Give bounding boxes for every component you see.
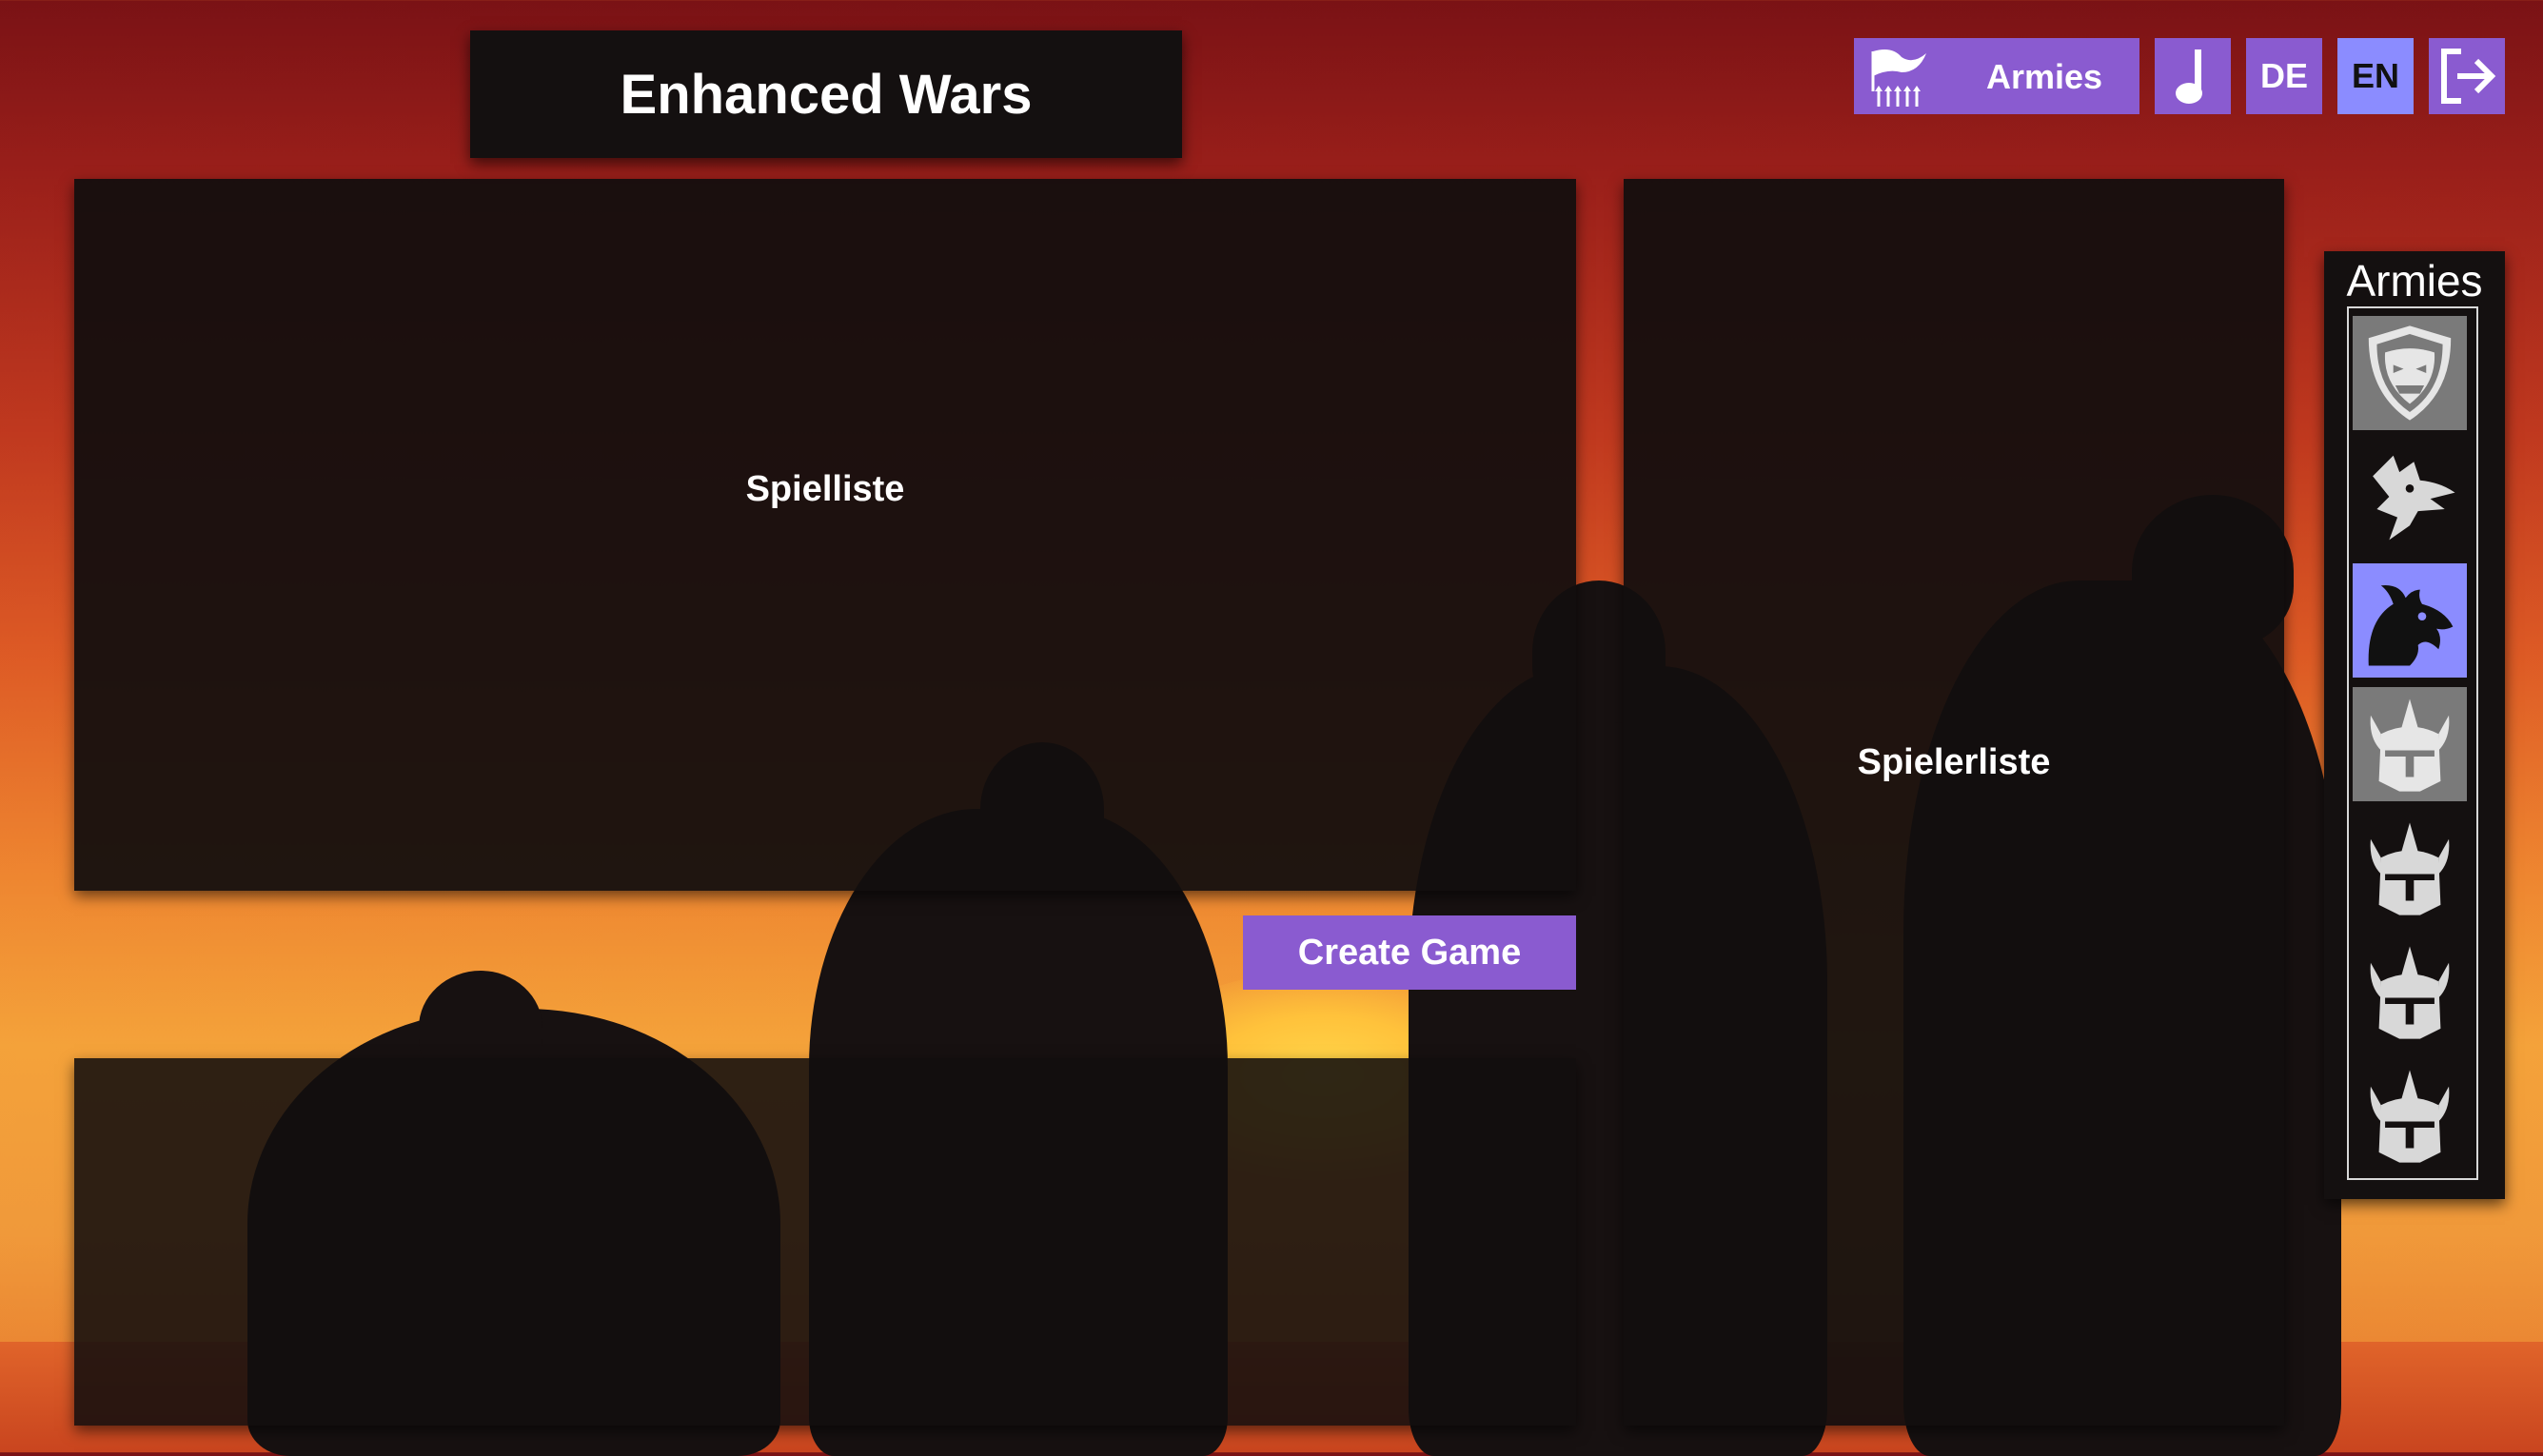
wolf-head-icon [2373, 455, 2455, 541]
player-list-label: Spielerliste [1857, 742, 2051, 782]
music-toggle-button[interactable] [2155, 38, 2231, 114]
armies-sidebar: Armies [2324, 251, 2505, 1199]
army-banner-icon [1871, 49, 1926, 107]
create-game-button[interactable]: Create Game [1243, 915, 1576, 990]
game-list-panel[interactable]: Spielliste [74, 179, 1576, 891]
chat-panel[interactable] [74, 1058, 1576, 1426]
army-option-orc[interactable] [2353, 316, 2467, 430]
logout-button[interactable] [2429, 38, 2505, 114]
armies-sidebar-title: Armies [2346, 256, 2483, 305]
game-list-label: Spielliste [745, 469, 905, 509]
spiked-helmet-icon [2370, 822, 2450, 915]
orc-shield-icon [2368, 325, 2452, 421]
app-title: Enhanced Wars [470, 30, 1182, 158]
army-option-knight-2[interactable] [2353, 811, 2467, 925]
army-option-knight-3[interactable] [2353, 935, 2467, 1049]
army-option-knight-4[interactable] [2353, 1058, 2467, 1172]
army-option-dragon[interactable] [2353, 563, 2467, 678]
army-option-wolf[interactable] [2353, 440, 2467, 554]
spiked-helmet-icon [2370, 698, 2450, 792]
music-note-icon [2176, 49, 2202, 104]
language-en-button[interactable]: EN [2337, 38, 2414, 114]
player-list-panel[interactable]: Spielerliste [1624, 179, 2284, 1426]
armies-button[interactable]: Armies [1854, 38, 2139, 114]
army-option-knight-1[interactable] [2353, 687, 2467, 801]
armies-button-label: Armies [1985, 57, 2103, 96]
exit-icon [2441, 49, 2496, 104]
spiked-helmet-icon [2370, 1070, 2450, 1163]
spiked-helmet-icon [2370, 946, 2450, 1039]
dragon-head-icon [2368, 585, 2454, 666]
language-de-button[interactable]: DE [2246, 38, 2322, 114]
